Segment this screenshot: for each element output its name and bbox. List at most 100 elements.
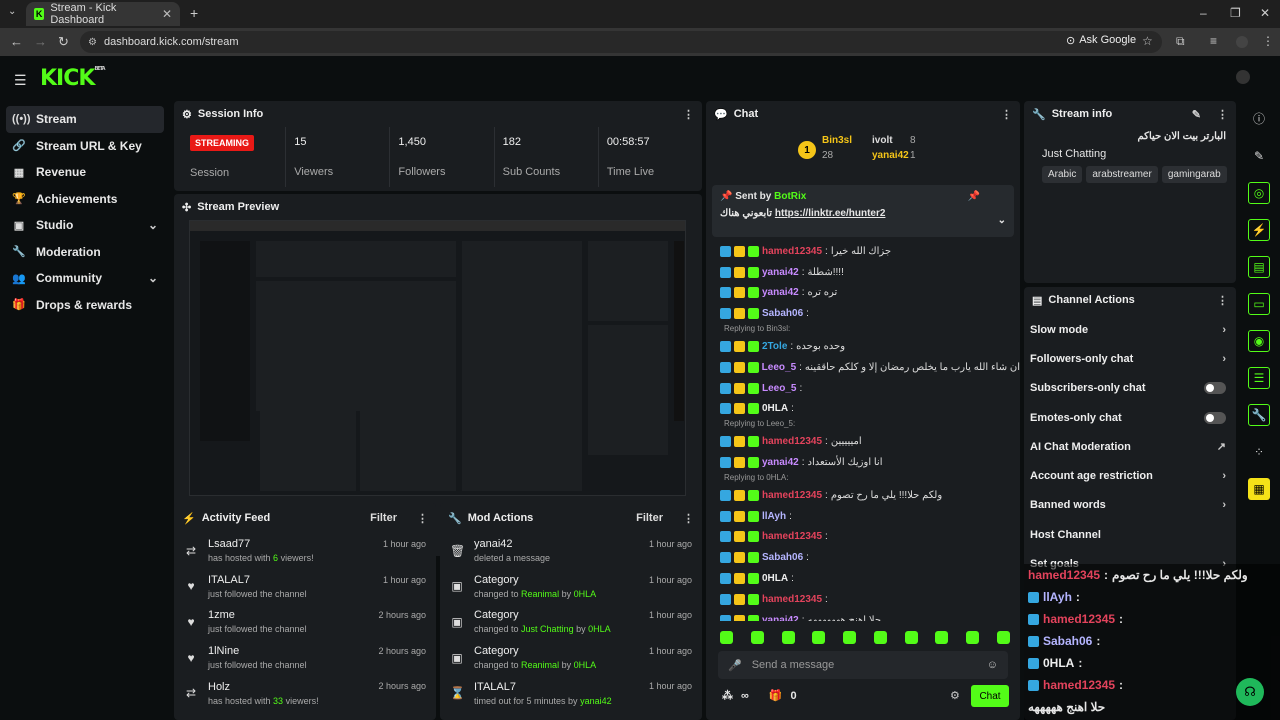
channel-action-item[interactable]: AI Chat Moderation ↗ (1024, 432, 1236, 461)
sidebar-item-drops-rewards[interactable]: 🎁 Drops & rewards (6, 292, 164, 319)
chat-username[interactable]: yanai42 (762, 615, 799, 621)
emotes-icon[interactable]: ⁂ (722, 689, 733, 702)
channel-action-item[interactable]: Account age restriction › (1024, 461, 1236, 490)
chat-username[interactable]: Leeo_5 (762, 383, 796, 394)
kick-logo[interactable]: KICKBETA (40, 66, 106, 91)
channel-action-item[interactable]: Banned words › (1024, 491, 1236, 520)
chat-username[interactable]: yanai42 (762, 287, 799, 298)
ask-google-button[interactable]: ⊙ Ask Google (1066, 34, 1136, 47)
pinned-link[interactable]: https://linktr.ee/hunter2 (775, 208, 886, 219)
chat-message[interactable]: 0HLA: (706, 568, 1020, 589)
emote-icon[interactable] (966, 631, 980, 644)
chat-bubble-icon[interactable]: ▭ (1240, 285, 1278, 322)
chat-username[interactable]: Sabah06 (762, 552, 803, 563)
channel-action-item[interactable]: Slow mode › (1024, 315, 1236, 344)
chevron-down-icon[interactable]: ⌄ (998, 215, 1006, 226)
activity-user[interactable]: ITALAL7 (208, 574, 373, 586)
camera-icon[interactable]: ◎ (1240, 174, 1278, 211)
filter-button[interactable]: Filter (370, 512, 397, 524)
emote-icon[interactable] (904, 631, 918, 644)
chat-message[interactable]: Sabah06: (706, 547, 1020, 568)
mod-action-title[interactable]: yanai42 (474, 538, 639, 550)
dots-icon[interactable]: ⁘ (1240, 433, 1278, 470)
mod-action-title[interactable]: Category (474, 574, 639, 586)
channel-action-item[interactable]: Host Channel (1024, 520, 1236, 549)
clapper-icon[interactable]: ▦ (1240, 470, 1278, 507)
activity-user[interactable]: Holz (208, 681, 368, 693)
filter-button[interactable]: Filter (636, 512, 663, 524)
send-chat-button[interactable]: Chat (971, 685, 1009, 707)
emote-icon[interactable] (750, 631, 764, 644)
sidebar-item-achievements[interactable]: 🏆 Achievements (6, 186, 164, 213)
leader-name[interactable]: yanai42 (872, 150, 909, 161)
chat-message[interactable]: hamed12345: (706, 589, 1020, 610)
sidebar-item-stream-url-key[interactable]: 🔗 Stream URL & Key (6, 133, 164, 160)
more-options-icon[interactable]: ⋮ (417, 512, 428, 525)
reload-icon[interactable]: ↻ (58, 34, 69, 50)
emote-icon[interactable] (843, 631, 857, 644)
minimize-icon[interactable]: – (1200, 6, 1207, 20)
bookmark-star-icon[interactable]: ☆ (1142, 34, 1153, 48)
chat-username[interactable]: hamed12345 (762, 436, 822, 447)
activity-user[interactable]: Lsaad77 (208, 538, 373, 550)
site-info-icon[interactable]: ⚙ (88, 37, 97, 48)
category-name[interactable]: Just Chatting (1042, 148, 1227, 160)
leader-name[interactable]: Bin3sl (822, 135, 852, 146)
profile-avatar[interactable] (1236, 36, 1248, 48)
unpin-icon[interactable]: 📌 (968, 191, 980, 202)
chat-message[interactable]: hamed12345: (706, 527, 1020, 548)
chat-message[interactable]: 0HLA: (706, 399, 1020, 420)
activity-user[interactable]: 1lNine (208, 645, 368, 657)
pencil-icon[interactable]: ✎ (1240, 137, 1278, 174)
chat-message[interactable]: 2Tole: وحده بوحده (706, 336, 1020, 357)
channel-action-item[interactable]: Emotes-only chat (1024, 403, 1236, 432)
chat-input[interactable]: 🎤 Send a message ☺ (718, 651, 1008, 679)
document-icon[interactable]: ▤ (1240, 248, 1278, 285)
sidebar-item-stream[interactable]: ((•)) Stream (6, 106, 164, 133)
chat-username[interactable]: Sabah06 (762, 308, 803, 319)
emote-icon[interactable] (720, 631, 733, 644)
browser-tab[interactable]: K Stream - Kick Dashboard ✕ (26, 2, 180, 26)
help-chat-button[interactable]: ☊ (1236, 678, 1264, 706)
chat-username[interactable]: Leeo_5 (762, 362, 796, 373)
chat-username[interactable]: 0HLA (762, 573, 788, 584)
chat-message[interactable]: hamed12345: امييييين (706, 431, 1020, 452)
browser-menu-icon[interactable]: ⋮ (1262, 34, 1274, 48)
mod-action-title[interactable]: Category (474, 609, 639, 621)
sidebar-item-community[interactable]: 👥 Community ⌄ (6, 265, 164, 292)
window-close-icon[interactable]: ✕ (1260, 6, 1270, 20)
pinned-message[interactable]: 📌 Sent by BotRix 📌 تابعوني هناك https://l… (712, 185, 1014, 237)
gift-icon[interactable]: 🎁 (769, 689, 783, 702)
chat-username[interactable]: hamed12345 (762, 594, 822, 605)
channel-action-item[interactable]: Followers-only chat › (1024, 344, 1236, 373)
more-options-icon[interactable]: ⋮ (683, 512, 694, 525)
chat-message[interactable]: Sabah06: (706, 303, 1020, 324)
media-icon[interactable]: ≡ (1210, 34, 1217, 48)
mod-action-title[interactable]: Category (474, 645, 639, 657)
mic-icon[interactable]: 🎤 (728, 659, 742, 672)
chat-username[interactable]: yanai42 (762, 457, 799, 468)
tab-list-icon[interactable]: ⌄ (8, 6, 16, 17)
stream-preview-video[interactable] (189, 220, 686, 496)
chat-message[interactable]: hamed12345: ولكم حلا!!! يلي ما رح تصوم (706, 485, 1020, 506)
list-icon[interactable]: ☰ (1240, 359, 1278, 396)
chat-username[interactable]: hamed12345 (762, 531, 822, 542)
chat-message[interactable]: Leeo_5: ان شاء الله يارب ما يخلص رمضان إل… (706, 357, 1020, 378)
emote-icon[interactable] (781, 631, 795, 644)
toggle-switch[interactable] (1204, 382, 1226, 395)
mod-action-title[interactable]: ITALAL7 (474, 681, 639, 693)
emote-icon[interactable] (996, 631, 1010, 644)
sidebar-item-revenue[interactable]: ▦ Revenue (6, 159, 164, 186)
emote-icon[interactable] (873, 631, 887, 644)
activity-user[interactable]: 1zme (208, 609, 368, 621)
chat-username[interactable]: hamed12345 (762, 246, 822, 257)
chat-message[interactable]: yanai42: حلا اهنج هههههههه (706, 610, 1020, 621)
emote-icon[interactable] (935, 631, 949, 644)
toggle-switch[interactable] (1204, 411, 1226, 424)
chat-message[interactable]: yanai42: ترە ترە (706, 283, 1020, 304)
more-options-icon[interactable]: ⋮ (1001, 108, 1012, 121)
edit-pencil-icon[interactable]: ✎ (1192, 108, 1201, 121)
chat-username[interactable]: 2Tole (762, 341, 787, 352)
back-icon[interactable]: ← (10, 34, 23, 49)
emoji-icon[interactable]: ☺ (987, 659, 998, 671)
